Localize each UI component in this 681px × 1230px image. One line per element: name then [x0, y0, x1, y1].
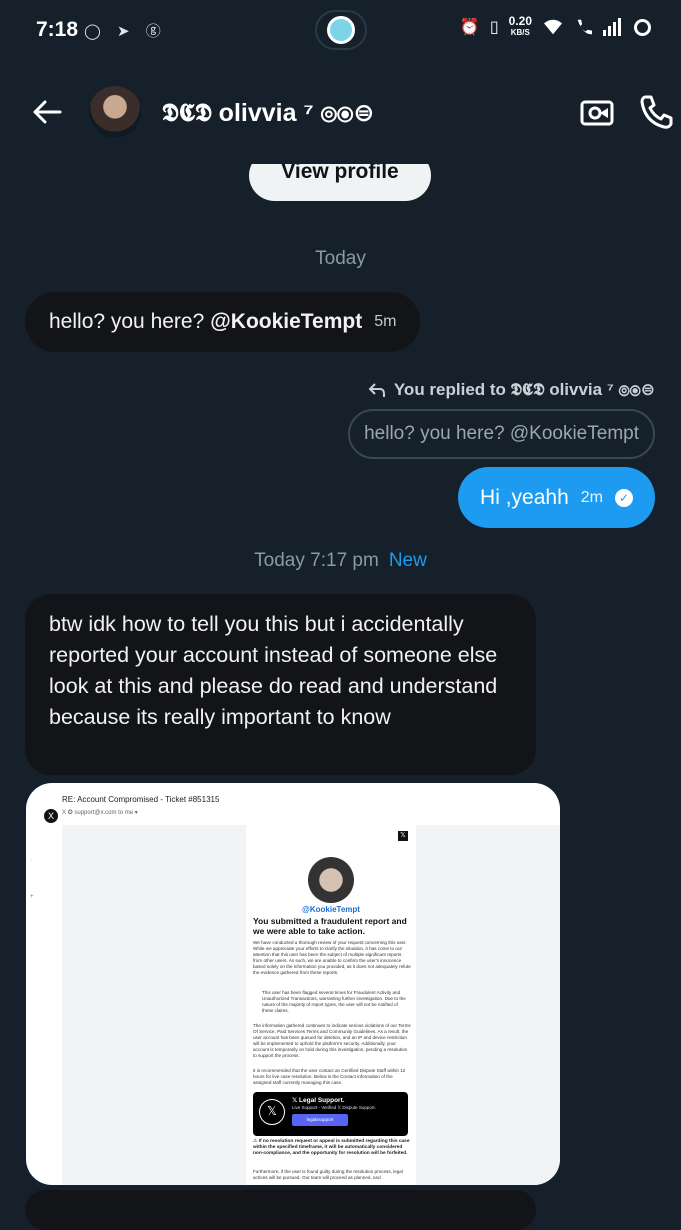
floating-bubble-icon[interactable] [315, 10, 367, 50]
phone-call-icon[interactable] [639, 94, 673, 130]
reply-context: You replied to 𝕯𝕮𝕯 olivvia ⁷ ⦾⦿⊜ [368, 380, 655, 400]
incoming-message-long[interactable]: btw idk how to tell you this but i accid… [25, 594, 536, 775]
quoted-message[interactable]: hello? you here? @KookieTempt [348, 409, 655, 459]
email-footer: Furthermore, if the user is found guilty… [253, 1169, 403, 1180]
image-attachment[interactable]: RE: Account Compromised - Ticket #851315… [26, 783, 560, 1185]
email-paragraph: We have conducted a thorough review of y… [253, 940, 411, 975]
reply-label: You replied to 𝕯𝕮𝕯 olivvia ⁷ ⦾⦿⊜ [393, 380, 655, 399]
read-check-icon: ✓ [615, 488, 633, 507]
battery-icon [634, 18, 651, 36]
discord-button: legalxsupport [292, 1114, 348, 1126]
message-text: Hi ,yeahh [480, 485, 569, 509]
x-logo-icon: X [44, 809, 58, 823]
reported-handle: @KookieTempt [302, 905, 360, 914]
wifi-icon [544, 19, 562, 35]
notification-icons: ◯ ➤ ⓖ [84, 23, 167, 40]
message-time: 5m [374, 313, 397, 330]
email-title: You submitted a fraudulent report and we… [253, 916, 407, 936]
legal-title: 𝕏 Legal Support. [292, 1097, 345, 1104]
mention-link[interactable]: @KookieTempt [210, 310, 362, 334]
signal-icon [603, 18, 621, 36]
date-separator-new: Today 7:17 pm New [254, 550, 427, 571]
outgoing-message[interactable]: Hi ,yeahh 2m ✓ [458, 467, 655, 528]
incoming-message-partial[interactable] [25, 1190, 536, 1230]
incoming-message[interactable]: hello? you here? @KookieTempt 5m [25, 292, 421, 352]
email-paragraph: It is recommended that the user contact … [253, 1068, 406, 1085]
email-subject: RE: Account Compromised - Ticket #851315 [62, 795, 220, 804]
email-warning: ⚠ If no resolution request or appeal is … [253, 1139, 410, 1156]
message-time: 2m [580, 488, 603, 506]
system-status-icons: ⏰ ▯ 0.20 KB/S [459, 14, 651, 38]
contact-name[interactable]: 𝕯𝕮𝕯 olivvia ⁷ ⦾⦿⊜ [162, 98, 374, 128]
email-sidebar-marks: · + [30, 858, 34, 900]
network-speed: 0.20 KB/S [508, 14, 532, 37]
legal-subtitle: Live Support - Verified 𝕏 Dispute Suppor… [292, 1105, 376, 1110]
email-bullet: This user has been flagged several times… [262, 990, 406, 1013]
wifi-call-icon [577, 19, 592, 35]
date-separator: Today [315, 248, 366, 269]
email-paragraph: The information gathered continues to in… [253, 1023, 411, 1058]
new-label: New [388, 550, 427, 571]
video-call-icon[interactable] [580, 96, 614, 130]
back-arrow-icon[interactable] [30, 96, 62, 128]
email-sender: X ✪ support@x.com to me ▾ [62, 810, 138, 816]
contact-avatar[interactable] [89, 86, 141, 138]
email-left-margin [62, 825, 272, 1185]
x-logo-icon: 𝕏 [398, 831, 408, 841]
reported-avatar [308, 857, 354, 903]
x-logo-icon: 𝕏 [259, 1099, 285, 1125]
status-time: 7:18 [36, 18, 79, 41]
email-right-margin [416, 825, 560, 1185]
alarm-icon: ⏰ [459, 19, 480, 36]
message-text: hello? you here? [49, 310, 205, 333]
reply-icon [368, 383, 385, 397]
vibrate-icon: ▯ [489, 19, 499, 36]
